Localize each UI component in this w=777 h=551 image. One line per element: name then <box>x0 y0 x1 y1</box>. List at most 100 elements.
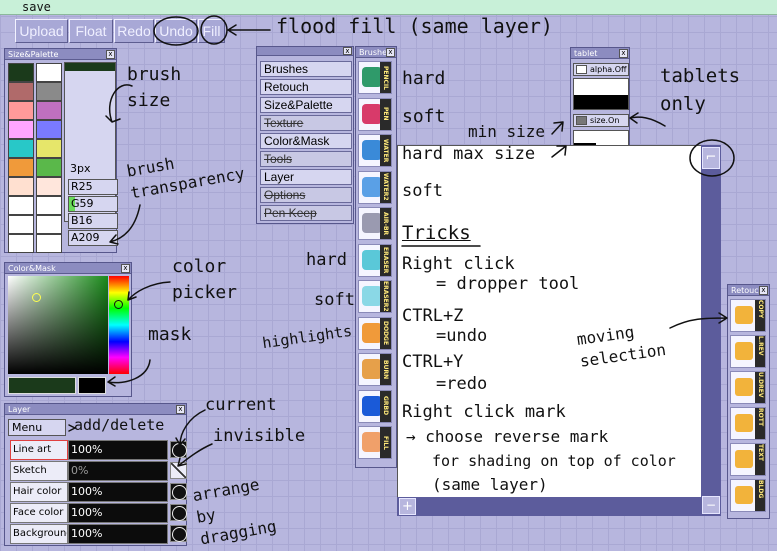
brush-tool-button[interactable]: ERASER <box>358 243 392 277</box>
vertical-scrollbar[interactable]: ⌐ − <box>701 145 721 516</box>
palette-swatch[interactable] <box>8 82 34 101</box>
menu-item-retouch[interactable]: Retouch <box>260 79 352 95</box>
close-icon[interactable]: x <box>106 50 115 59</box>
brush-tool-button[interactable]: PENCIL <box>358 61 392 94</box>
brush-tool-button[interactable]: WATER <box>358 134 392 167</box>
palette-swatch[interactable] <box>36 234 62 253</box>
palette-swatch[interactable] <box>36 101 62 120</box>
upload-button[interactable]: Upload <box>15 19 68 43</box>
current-color-box[interactable] <box>8 377 76 394</box>
layer-row[interactable]: Face color 100% <box>10 503 187 523</box>
palette-swatch[interactable] <box>36 215 62 234</box>
hidden-icon[interactable] <box>170 462 187 479</box>
tricks-heading: Tricks <box>402 222 471 244</box>
retouch-tool-button[interactable]: ROTT <box>730 407 766 440</box>
layer-row[interactable]: Background 100% <box>10 524 187 544</box>
layer-row[interactable]: Hair color 100% <box>10 482 187 502</box>
close-icon[interactable]: x <box>759 286 768 295</box>
retouch-tool-button[interactable]: L.REV <box>730 335 766 368</box>
palette-swatch[interactable] <box>36 139 62 158</box>
alpha-curve-preview[interactable] <box>573 78 629 110</box>
close-icon[interactable]: x <box>176 405 185 414</box>
menu-item-layer[interactable]: Layer <box>260 169 352 185</box>
green-value[interactable]: G59 <box>68 196 118 212</box>
red-value[interactable]: R25 <box>68 179 118 195</box>
visibility-icon[interactable] <box>170 504 187 521</box>
blue-value[interactable]: B16 <box>68 213 118 229</box>
brush-size-value[interactable]: 3px <box>68 162 118 178</box>
palette-swatch[interactable] <box>36 120 62 139</box>
layer-name[interactable]: Hair color <box>10 482 68 502</box>
menu-item-options[interactable]: Options <box>260 187 352 203</box>
alpha-value[interactable]: A209 <box>68 230 118 246</box>
redo-button[interactable]: Redo <box>114 19 154 43</box>
retouch-tool-button[interactable]: COPY <box>730 299 766 332</box>
close-icon[interactable]: x <box>386 48 395 57</box>
visibility-icon[interactable] <box>170 525 187 542</box>
visibility-icon[interactable] <box>170 483 187 500</box>
brush-tool-button[interactable]: PEN <box>358 97 392 131</box>
palette-swatch[interactable] <box>8 158 34 177</box>
horizontal-scrollbar[interactable]: + <box>397 497 702 516</box>
brush-tool-button[interactable]: ERASER2 <box>358 280 392 313</box>
palette-swatch[interactable] <box>36 63 62 82</box>
brush-tool-button[interactable]: GRBD <box>358 389 392 423</box>
palette-swatch[interactable] <box>8 101 34 120</box>
palette-swatch[interactable] <box>8 234 34 253</box>
palette-swatch[interactable] <box>36 177 62 196</box>
color-picker-square[interactable] <box>8 276 108 374</box>
palette-swatch[interactable] <box>36 196 62 215</box>
palette-swatch[interactable] <box>8 215 34 234</box>
brush-icon <box>362 213 382 233</box>
brush-tool-button[interactable]: FILL <box>358 426 392 459</box>
brush-icon <box>362 432 382 452</box>
layer-opacity[interactable]: 100% <box>68 482 168 502</box>
close-icon[interactable]: x <box>121 264 130 273</box>
close-icon[interactable]: x <box>343 47 352 55</box>
palette-swatch[interactable] <box>8 120 34 139</box>
menu-item-tools[interactable]: Tools <box>260 151 352 167</box>
palette-swatch[interactable] <box>8 196 34 215</box>
zoom-in-button[interactable]: + <box>399 498 416 515</box>
layer-name[interactable]: Background <box>10 524 68 544</box>
trick-text: (same layer) <box>432 475 548 494</box>
menu-item-pen-keep[interactable]: Pen Keep <box>260 205 352 221</box>
brush-tool-button[interactable]: BURN <box>358 353 392 386</box>
retouch-tool-button[interactable]: TEXT <box>730 443 766 476</box>
layer-name[interactable]: Face color <box>10 503 68 523</box>
layer-opacity[interactable]: 100% <box>68 524 168 544</box>
layer-opacity[interactable]: 100% <box>68 503 168 523</box>
brush-tool-button[interactable]: WATER2 <box>358 170 392 204</box>
menu-item-brushes[interactable]: Brushes <box>260 61 352 77</box>
alpha-toggle[interactable]: alpha.Off <box>573 63 629 76</box>
layer-opacity[interactable]: 0% <box>68 461 168 481</box>
layer-name[interactable]: Line art <box>10 440 68 460</box>
layer-name[interactable]: Sketch <box>10 461 68 481</box>
palette-swatch[interactable] <box>8 139 34 158</box>
layer-row[interactable]: Sketch 0% <box>10 461 187 481</box>
menu-item-color-mask[interactable]: Color&Mask <box>260 133 352 149</box>
brush-tool-button[interactable]: AIR-BR <box>358 207 392 240</box>
palette-swatch[interactable] <box>36 82 62 101</box>
palette-swatch[interactable] <box>8 177 34 196</box>
layer-menu-button[interactable]: Menu <box>8 419 66 436</box>
hue-slider[interactable] <box>109 276 129 374</box>
palette-swatch[interactable] <box>36 158 62 177</box>
layer-opacity[interactable]: 100% <box>68 440 168 460</box>
visibility-icon[interactable] <box>170 441 187 458</box>
retouch-tool-button[interactable]: U.DREV <box>730 371 766 404</box>
size-toggle[interactable]: size.On <box>573 114 629 127</box>
undo-button[interactable]: Undo <box>155 19 197 43</box>
menu-item-texture[interactable]: Texture <box>260 115 352 131</box>
scroll-top-icon[interactable]: ⌐ <box>702 147 720 169</box>
zoom-out-button[interactable]: − <box>702 496 720 514</box>
float-button[interactable]: Float <box>69 19 113 43</box>
brush-tool-button[interactable]: DODGE <box>358 316 392 350</box>
mask-color-box[interactable] <box>78 377 106 394</box>
menu-item-size-palette[interactable]: Size&Palette <box>260 97 352 113</box>
fill-button[interactable]: Fill <box>198 19 225 43</box>
close-icon[interactable]: x <box>619 49 628 58</box>
layer-row[interactable]: Line art 100% <box>10 440 187 460</box>
retouch-tool-button[interactable]: BLDG <box>730 479 766 512</box>
palette-swatch[interactable] <box>8 63 34 82</box>
